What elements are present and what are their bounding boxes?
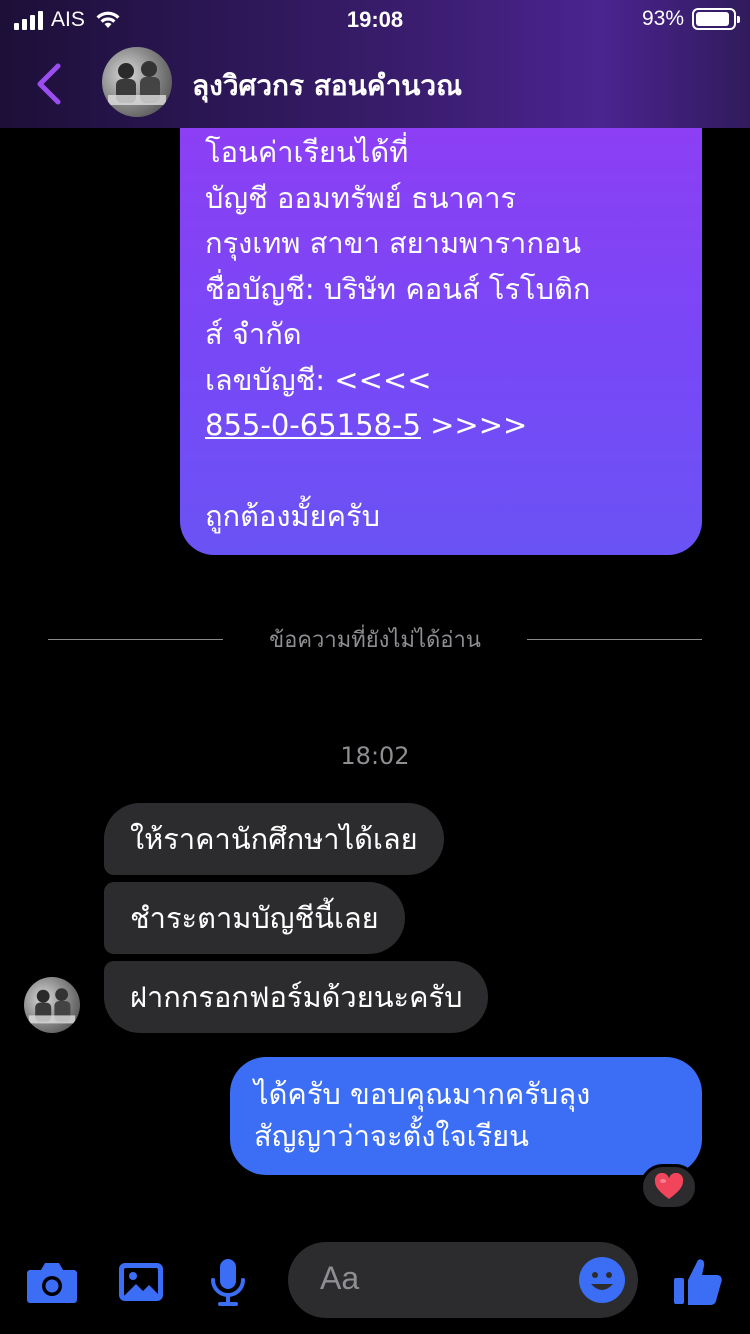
received-message-bubble[interactable]: ให้ราคานักศึกษาได้เลย	[104, 803, 444, 875]
camera-icon[interactable]	[26, 1260, 78, 1304]
clock: 19:08	[346, 7, 404, 32]
divider-line	[526, 638, 702, 640]
message-line: โอนค่าเรียนได้ที่	[205, 135, 409, 169]
contact-avatar[interactable]	[102, 47, 172, 117]
unread-divider: ข้อความที่ยังไม่ได้อ่าน	[48, 622, 702, 656]
sent-message-text: โอนค่าเรียนได้ที่ บัญชี ออมทรัพย์ ธนาคาร…	[205, 130, 685, 540]
gallery-icon[interactable]	[118, 1262, 164, 1302]
divider-line	[48, 638, 224, 640]
sender-avatar[interactable]	[24, 977, 80, 1033]
message-input[interactable]: Aa	[288, 1242, 638, 1318]
received-message-bubble[interactable]: ชำระตามบัญชีนี้เลย	[104, 882, 405, 954]
emoji-icon[interactable]	[578, 1256, 626, 1304]
battery-percentage: 93%	[641, 7, 684, 30]
back-chevron-icon[interactable]	[30, 60, 70, 108]
message-line: >>>>	[420, 408, 528, 442]
message-line: ได้ครับ ขอบคุณมากครับลุง	[254, 1077, 591, 1111]
sent-message-bubble[interactable]: โอนค่าเรียนได้ที่ บัญชี ออมทรัพย์ ธนาคาร…	[180, 108, 702, 555]
account-number-link[interactable]: 855-0-65158-5	[205, 408, 421, 442]
message-line: ส์ จำกัด	[205, 317, 302, 351]
message-line: บัญชี ออมทรัพย์ ธนาคาร	[205, 180, 517, 215]
heart-reaction-icon[interactable]	[640, 1164, 698, 1210]
message-line: ชื่อบัญชี: บริษัท คอนส์ โรโบติก	[205, 271, 591, 306]
message-toolbar: Aa	[0, 1236, 750, 1334]
contact-name[interactable]: ลุงวิศวกร สอนคำนวณ	[192, 64, 462, 108]
message-timestamp: 18:02	[340, 742, 410, 770]
conversation-header: ลุงวิศวกร สอนคำนวณ	[0, 42, 750, 128]
message-line: กรุงเทพ สาขา สยามพารากอน	[205, 226, 582, 260]
message-line: สัญญาว่าจะตั้งใจเรียน	[254, 1119, 529, 1153]
message-line: เลขบัญชี: <<<<	[205, 362, 432, 397]
message-line: ถูกต้องมั้ยครับ	[205, 499, 381, 533]
message-input-placeholder: Aa	[320, 1260, 360, 1296]
unread-label: ข้อความที่ยังไม่ได้อ่าน	[269, 627, 481, 653]
thumbs-up-icon[interactable]	[672, 1256, 724, 1308]
microphone-icon[interactable]	[210, 1258, 246, 1308]
battery-icon	[692, 8, 740, 30]
status-bar: AIS 19:08 93%	[0, 0, 750, 42]
sent-reply-bubble[interactable]: ได้ครับ ขอบคุณมากครับลุง สัญญาว่าจะตั้งใ…	[230, 1057, 702, 1175]
received-message-bubble[interactable]: ฝากกรอกฟอร์มด้วยนะครับ	[104, 961, 489, 1033]
